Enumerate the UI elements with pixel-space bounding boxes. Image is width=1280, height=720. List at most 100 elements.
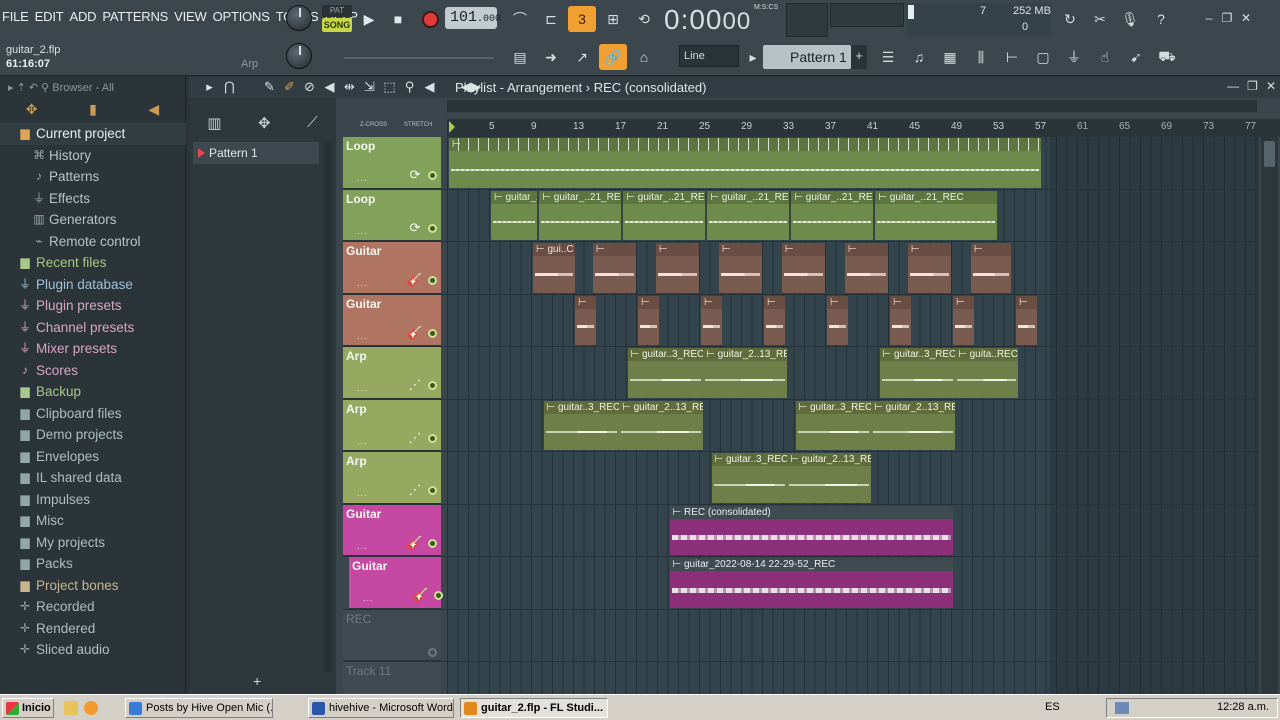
track-name[interactable]: Track 11 [346,664,391,678]
track-header-8[interactable]: Guitar... 🎸 [343,504,441,556]
select-icon[interactable]: ⬚ [381,79,398,95]
master-volume-knob[interactable] [286,5,312,31]
link-button[interactable]: 🔗 [599,44,627,70]
track-mute-led[interactable] [428,486,437,495]
audio-clip[interactable]: ⊢ guitar_2..13_REC [787,453,872,503]
clip-title[interactable]: ⊢ [764,295,785,309]
browser-item-scores[interactable]: ♪ Scores [0,360,186,382]
undo-history-button[interactable]: ↻ [1056,6,1084,32]
clip-title[interactable]: ⊢ guitar_2..21_REC [491,190,538,204]
clip-title[interactable]: ⊢ guitar..3_REC [543,400,620,414]
audio-clip[interactable]: ⊢ guitar_..21_REC [875,190,998,240]
clip-title[interactable]: ⊢ [718,243,762,256]
playhead-marker[interactable] [449,121,455,133]
audio-clip[interactable]: ⊢ [1016,295,1037,345]
browser-item-demo-projects[interactable]: ▆ Demo projects [0,424,186,446]
slide-button[interactable]: ↗ [568,44,596,70]
options-arrow-icon[interactable]: ▸ [201,79,218,95]
track-header-5[interactable]: Arp... ⋰ [343,347,441,399]
clip-menu-icon[interactable]: ⊢ [673,559,685,570]
audio-clip[interactable]: ⊢ guitar_..21_REC [707,190,790,240]
magnet-icon[interactable]: ⋂ [221,79,238,95]
browser-item-mixer-presets[interactable]: ⏚ Mixer presets [0,338,186,360]
pl-minimize-button[interactable]: — [1227,79,1239,93]
mixer-button[interactable]: ⫼ [967,44,995,70]
clip-title[interactable]: ⊢ guitar..3_REC [627,348,704,361]
add-pattern-plus[interactable]: + [253,673,261,689]
track-mute-led[interactable] [428,381,437,390]
snap-select[interactable]: Line [679,45,739,67]
track-mute-led[interactable] [428,538,437,548]
audio-clip[interactable]: ⊢ guitar_2..13_REC [619,400,704,450]
browser-item-effects[interactable]: ⏚ Effects [0,188,186,210]
automation-icon[interactable]: ✥ [258,114,271,132]
audio-clip[interactable]: ⊢ guitar..3_REC [627,348,704,398]
track-name[interactable]: Guitar [346,244,381,258]
clip-title[interactable]: ⊢ [953,295,974,309]
clip-title[interactable]: ⊢ guitar_..21_REC [539,190,622,204]
stamp-button[interactable]: ⌂ [630,44,658,70]
audio-clip[interactable]: ⊢ [781,243,825,293]
clip-title[interactable]: ⊢ guita..REC [955,348,1019,361]
slip-icon[interactable]: ⇹ [341,79,358,95]
audio-icon[interactable]: ⟋ [307,114,318,132]
minimize-button[interactable]: – [1201,10,1217,26]
plugin-picker-button[interactable]: ⏚ [1060,44,1088,70]
track-name[interactable]: Guitar [346,507,381,521]
clip-menu-icon[interactable]: ⊢ [1019,297,1028,308]
taskbar-window-1[interactable]: Posts by Hive Open Mic (... [125,698,273,718]
scroll-thumb[interactable] [1264,141,1275,167]
add-pattern-button[interactable]: + [851,45,867,69]
audio-clip[interactable]: ⊢ [953,295,974,345]
picker-scrollbar[interactable] [324,142,332,672]
folder-icon[interactable] [64,701,78,715]
browser-speaker-icon[interactable]: ◀ [148,101,159,118]
browser-item-channel-presets[interactable]: ⏚ Channel presets [0,317,186,339]
clip-title[interactable]: ⊢ REC (consolidated) [669,505,953,519]
track-header-9[interactable]: Guitar... 🎸 [349,557,443,609]
clip-menu-icon[interactable]: ⊢ [659,244,668,255]
playlist-button[interactable]: ☰ [874,44,902,70]
clip-menu-icon[interactable]: ⊢ [790,454,802,465]
clip-title[interactable]: ⊢ [970,243,1011,256]
audio-clip[interactable]: ⊢ [890,295,911,345]
browser-item-misc[interactable]: ▆ Misc [0,510,186,532]
taskbar-window-2[interactable]: hivehive - Microsoft Word [308,698,454,718]
network-icon[interactable] [1115,702,1129,714]
track-header-10[interactable]: REC [343,609,441,661]
pl-close-button[interactable]: ✕ [1266,79,1276,93]
audio-clip[interactable]: ⊢ guita..REC [955,348,1019,398]
audio-clip[interactable]: ⊢ [844,243,888,293]
horizontal-scrollbar[interactable] [447,100,1257,112]
paint-icon[interactable]: ✐ [281,79,298,95]
audio-clip[interactable]: ⊢ [592,243,636,293]
audio-clip[interactable]: ⊢ guitar_..21_REC [539,190,622,240]
audio-clip[interactable]: ⊢ [907,243,951,293]
browser-item-plugin-presets[interactable]: ⏚ Plugin presets [0,295,186,317]
track-name[interactable]: Loop [346,192,375,206]
browser-item-impulses[interactable]: ▆ Impulses [0,489,186,511]
menu-patterns[interactable]: PATTERNS [102,9,168,27]
clip-title[interactable]: ⊢ guitar_2..13_REC [871,400,956,414]
clip-title[interactable]: ⊢ guitar_2..13_REC [619,400,704,414]
audio-clip[interactable]: ⊢ guitar_2..13_REC [871,400,956,450]
audio-clip[interactable]: ⊢ [827,295,848,345]
track-mute-led[interactable] [428,647,437,657]
song-mode-button[interactable]: SONG [322,18,352,32]
start-button[interactable]: Inicio [2,698,54,718]
typing-keyboard-button[interactable]: ▤ [506,44,534,70]
track-mute-led[interactable] [434,591,443,600]
audio-clip[interactable]: ⊢ guitar_2..21_REC [491,190,538,240]
language-indicator[interactable]: ES [1045,701,1060,713]
track-name[interactable]: Loop [346,139,375,153]
close-button[interactable]: ✕ [1238,10,1254,26]
clip-menu-icon[interactable]: ⊢ [494,192,506,203]
clip-menu-icon[interactable]: ⊢ [452,139,461,150]
menu-view[interactable]: VIEW [174,9,207,27]
clip-title[interactable]: ⊢ guitar_2022-08-14 22-29-52_REC [669,558,953,571]
play-button[interactable]: ▶ [356,6,382,32]
clip-title[interactable]: ⊢ [449,138,1042,151]
clip-menu-icon[interactable]: ⊢ [722,244,731,255]
clip-title[interactable]: ⊢ guitar_..21_REC [875,190,998,204]
timeline-ruler[interactable]: 5 9 13 17 21 25 29 33 37 41 45 49 53 57 61 65 69 73 77 [447,119,1280,137]
